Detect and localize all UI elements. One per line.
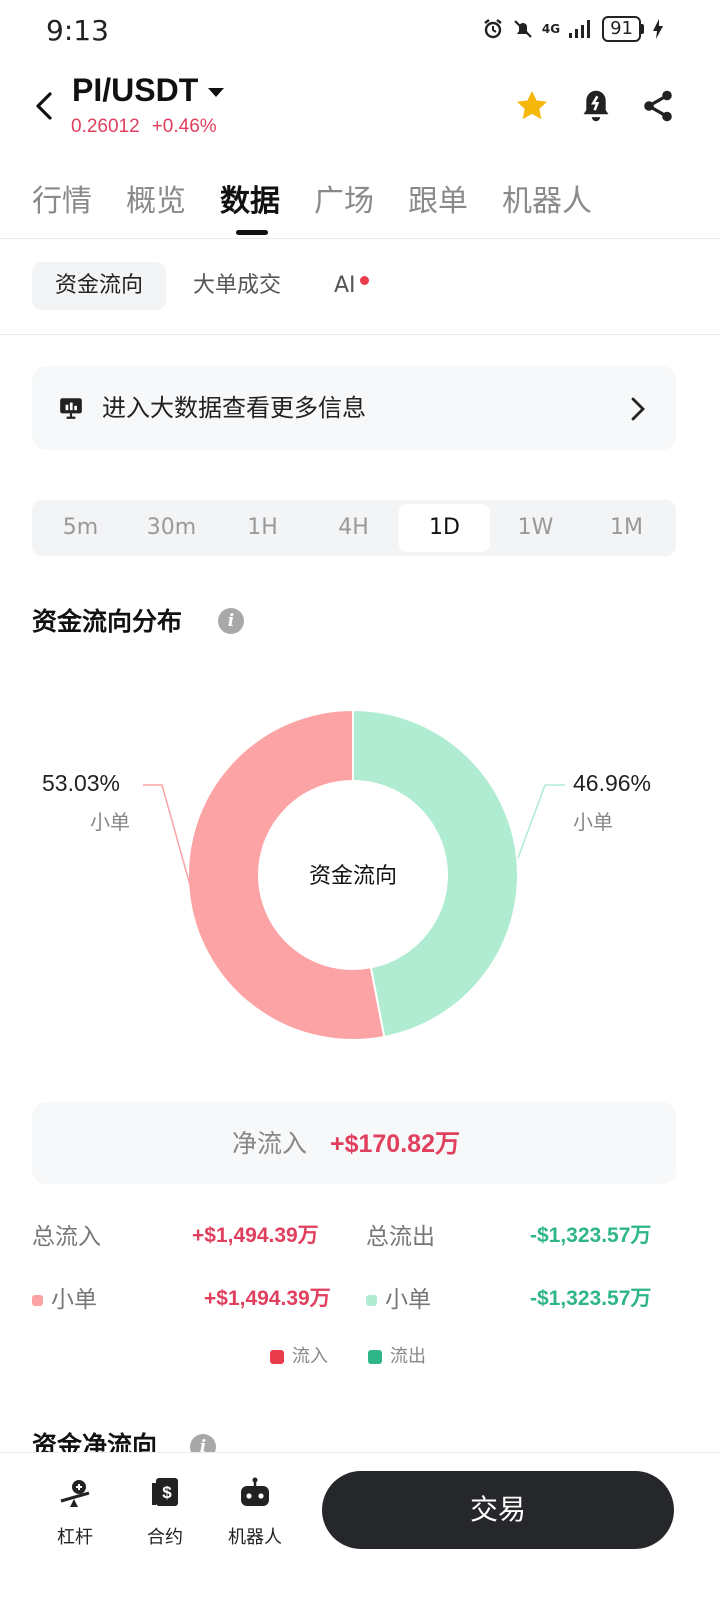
- contract-icon: $: [152, 1478, 178, 1506]
- nav-leverage[interactable]: 杠杆: [35, 1475, 115, 1549]
- charging-icon: [653, 19, 663, 39]
- bell-icon: [583, 90, 609, 122]
- legend-inflow-label: 流入: [292, 1346, 328, 1367]
- small-outflow-value: -$1,323.57万: [530, 1287, 652, 1310]
- leverage-icon: [60, 1480, 90, 1507]
- presentation-icon: [60, 398, 82, 419]
- back-icon[interactable]: [30, 88, 60, 124]
- status-icons: 4G 91: [482, 16, 664, 42]
- inflow-percent: 53.03%: [42, 770, 121, 796]
- subtab-ai[interactable]: AI: [334, 262, 369, 310]
- total-inflow-value: +$1,494.39万: [192, 1224, 319, 1247]
- trade-button[interactable]: 交易: [322, 1471, 674, 1549]
- outflow-dot: [366, 1295, 377, 1306]
- subtab-large-orders[interactable]: 大单成交: [193, 262, 281, 310]
- pair-selector[interactable]: PI/USDT: [72, 72, 225, 109]
- main-tabs: 行情 概览 数据 广场 跟单 机器人: [0, 170, 720, 239]
- section-title: 资金流向分布: [32, 607, 183, 636]
- nav-robot[interactable]: 机器人: [215, 1475, 295, 1549]
- subtab-ai-label: AI: [334, 273, 356, 298]
- svg-text:$: $: [162, 1483, 172, 1502]
- star-icon: [516, 90, 548, 120]
- sub-tabs: 资金流向 大单成交 AI: [0, 238, 720, 335]
- nav-leverage-label: 杠杆: [57, 1527, 93, 1548]
- tab-market[interactable]: 行情: [32, 176, 92, 220]
- big-data-banner[interactable]: 进入大数据查看更多信息: [32, 366, 676, 450]
- chart-legend: 流入 流出: [270, 1342, 426, 1368]
- favorite-button[interactable]: [512, 86, 552, 126]
- alert-button[interactable]: [576, 86, 616, 126]
- legend-inflow: 流入: [270, 1342, 328, 1368]
- chart-center-label: 资金流向: [308, 864, 397, 889]
- new-badge-dot: [359, 276, 369, 285]
- legend-inflow-swatch: [270, 1350, 284, 1364]
- timeframe-1w[interactable]: 1W: [490, 504, 581, 552]
- nav-robot-label: 机器人: [228, 1527, 282, 1548]
- net-inflow-box: 净流入 +$170.82万: [32, 1102, 676, 1184]
- share-button[interactable]: [638, 86, 678, 126]
- tab-robot[interactable]: 机器人: [502, 176, 592, 220]
- timeframe-1d[interactable]: 1D: [399, 504, 490, 552]
- battery-icon: 91: [602, 16, 641, 42]
- small-inflow-row: 小单: [32, 1280, 97, 1314]
- legend-outflow: 流出: [368, 1342, 426, 1368]
- legend-outflow-swatch: [368, 1350, 382, 1364]
- total-outflow-label: 总流出: [366, 1224, 435, 1250]
- subtab-fund-flow[interactable]: 资金流向: [32, 262, 166, 310]
- net-inflow-label: 净流入: [232, 1129, 308, 1158]
- timeframe-5m[interactable]: 5m: [35, 504, 126, 552]
- small-inflow-value: +$1,494.39万: [204, 1287, 331, 1310]
- robot-icon: [241, 1477, 269, 1506]
- timeframe-30m[interactable]: 30m: [126, 504, 217, 552]
- tab-copy-trading[interactable]: 跟单: [408, 176, 468, 220]
- alarm-icon: [484, 19, 502, 39]
- bottom-nav: 杠杆 $ 合约 机器人 交易: [0, 1452, 720, 1601]
- timeframe-1h[interactable]: 1H: [217, 504, 308, 552]
- inflow-leader-line: [143, 784, 191, 886]
- timeframe-1m[interactable]: 1M: [581, 504, 672, 552]
- pair-name: PI/USDT: [72, 72, 199, 108]
- banner-text: 进入大数据查看更多信息: [102, 394, 366, 422]
- mute-icon: [514, 20, 532, 38]
- tab-data[interactable]: 数据: [220, 176, 280, 220]
- inflow-dot: [32, 1295, 43, 1306]
- status-time: 9:13: [46, 14, 109, 47]
- price-row: 0.26012 +0.46%: [71, 116, 217, 138]
- timeframe-4h[interactable]: 4H: [308, 504, 399, 552]
- outflow-percent: 46.96%: [573, 770, 652, 796]
- total-outflow-value: -$1,323.57万: [530, 1224, 652, 1247]
- nav-contract[interactable]: $ 合约: [125, 1475, 205, 1549]
- chevron-right-icon: [631, 397, 645, 421]
- total-inflow-label: 总流入: [32, 1224, 101, 1250]
- small-outflow-row: 小单: [366, 1280, 431, 1314]
- battery-tip: [641, 24, 644, 34]
- price-change: +0.46%: [151, 116, 217, 137]
- network-label: 4G: [541, 22, 561, 36]
- share-icon: [644, 90, 672, 122]
- inflow-slice-label: 小单: [90, 810, 130, 834]
- outflow-leader-line: [517, 784, 565, 859]
- legend-outflow-label: 流出: [390, 1346, 426, 1367]
- net-inflow-value: +$170.82万: [330, 1130, 460, 1158]
- nav-contract-label: 合约: [147, 1527, 183, 1548]
- timeframe-selector: 5m 30m 1H 4H 1D 1W 1M: [32, 500, 676, 556]
- outflow-slice-label: 小单: [573, 810, 613, 834]
- tab-overview[interactable]: 概览: [126, 176, 186, 220]
- last-price: 0.26012: [71, 116, 140, 137]
- tab-indicator: [236, 230, 268, 235]
- info-icon[interactable]: i: [218, 608, 244, 634]
- small-inflow-label: 小单: [51, 1287, 97, 1313]
- chevron-down-icon: [208, 88, 225, 97]
- small-outflow-label: 小单: [385, 1287, 431, 1313]
- tab-square[interactable]: 广场: [314, 176, 374, 220]
- signal-icon: [569, 20, 591, 38]
